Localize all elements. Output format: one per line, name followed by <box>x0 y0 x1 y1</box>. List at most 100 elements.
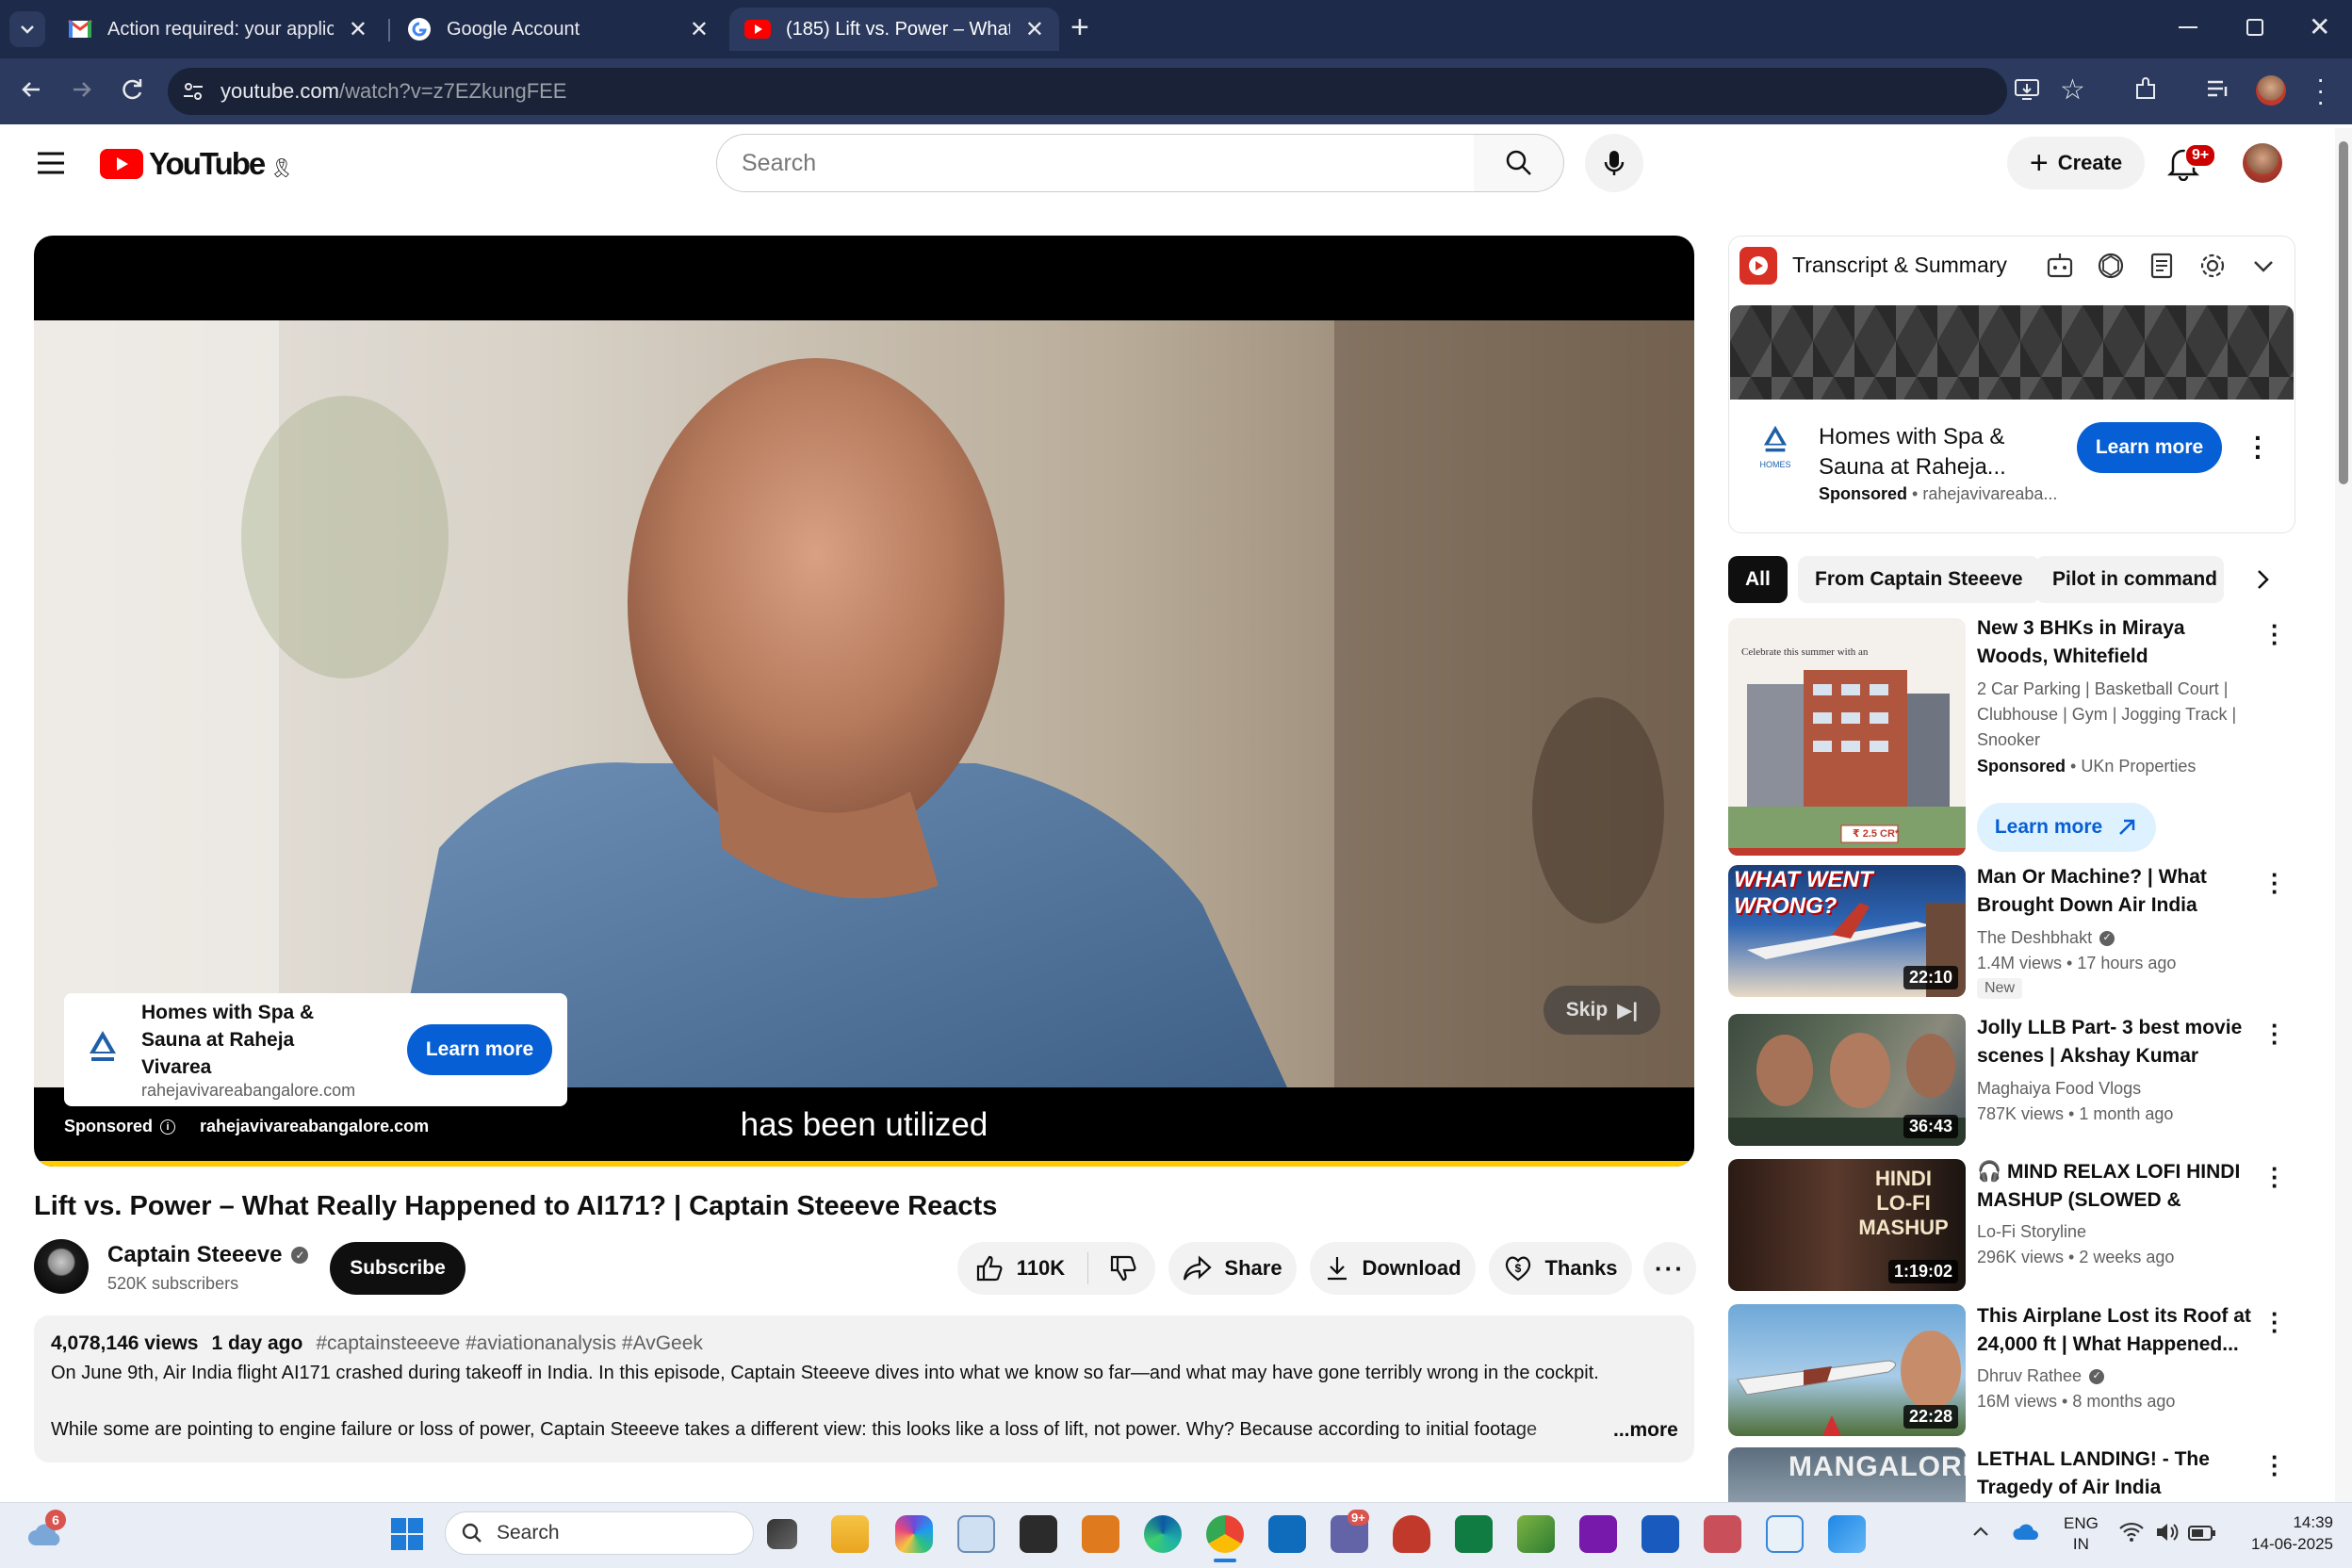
share-button[interactable]: Share <box>1168 1242 1297 1295</box>
outlook-icon[interactable] <box>1268 1515 1306 1553</box>
more-actions-button[interactable]: ··· <box>1643 1242 1696 1295</box>
excel-icon[interactable] <box>1455 1515 1493 1553</box>
wifi-icon[interactable] <box>2118 1521 2145 1544</box>
sponsored-learn-more-button[interactable]: Learn more <box>1977 803 2156 852</box>
download-button[interactable]: Download <box>1310 1242 1476 1295</box>
close-window-button[interactable]: ✕ <box>2309 11 2330 42</box>
start-button[interactable] <box>390 1517 424 1551</box>
channel-avatar[interactable] <box>34 1239 89 1294</box>
chip-pilot-in-command[interactable]: Pilot in command <box>2035 556 2224 603</box>
video-channel[interactable]: Maghaiya Food Vlogs <box>1977 1076 2260 1102</box>
guide-menu-icon[interactable] <box>36 151 66 175</box>
video-menu-icon[interactable]: · · · <box>2271 1445 2280 1486</box>
battery-icon[interactable] <box>2188 1525 2216 1542</box>
video-channel[interactable]: The Deshbhakt ✓ <box>1977 925 2260 951</box>
close-icon[interactable]: ✕ <box>1025 16 1044 43</box>
volume-icon[interactable] <box>2154 1521 2180 1544</box>
m365-copilot-icon[interactable] <box>895 1515 933 1553</box>
ai-robot-icon[interactable] <box>2045 251 2075 281</box>
tab-gmail[interactable]: Action required: your applicatio ✕ <box>53 8 383 51</box>
search-button[interactable] <box>1474 134 1564 192</box>
photos-app-icon[interactable] <box>1828 1515 1866 1553</box>
video-channel[interactable]: Lo-Fi Storyline <box>1977 1219 2260 1245</box>
edge-browser-icon[interactable] <box>1144 1515 1182 1553</box>
account-avatar[interactable] <box>2243 143 2282 183</box>
sponsored-video-title[interactable]: New 3 BHKs in Miraya Woods, Whitefield <box>1977 614 2260 671</box>
security-app-icon[interactable] <box>1393 1515 1430 1553</box>
chrome-menu-icon[interactable]: · · · <box>2316 66 2325 115</box>
install-app-icon[interactable] <box>2013 75 2041 104</box>
video-title[interactable]: Man Or Machine? | What Brought Down Air … <box>1977 863 2260 920</box>
reload-button[interactable] <box>119 75 147 104</box>
close-icon[interactable]: ✕ <box>349 16 368 43</box>
dislike-button[interactable] <box>1088 1254 1137 1282</box>
chip-scroll-right-icon[interactable] <box>2248 565 2277 594</box>
ad-learn-more-button[interactable]: Learn more <box>407 1024 552 1075</box>
file-explorer-icon[interactable] <box>831 1515 869 1553</box>
scrollbar-thumb[interactable] <box>2339 141 2348 484</box>
system-clock[interactable]: 14:39 14-06-2025 <box>2224 1511 2333 1555</box>
chip-all[interactable]: All <box>1728 556 1788 603</box>
video-title[interactable]: 🎧 MIND RELAX LOFI HINDI MASHUP (SLOWED &… <box>1977 1158 2260 1215</box>
video-player[interactable]: Homes with Spa & Sauna at Raheja Vivarea… <box>34 236 1694 1167</box>
side-ad-learn-more-button[interactable]: Learn more <box>2077 422 2222 473</box>
youtube-logo[interactable]: YouTube 🎗 <box>100 146 294 182</box>
snipping-tool-icon[interactable] <box>1766 1515 1804 1553</box>
new-tab-button[interactable]: + <box>1070 9 1089 46</box>
video-menu-icon[interactable]: · · · <box>2271 613 2280 655</box>
tray-overflow-icon[interactable] <box>1969 1521 1992 1544</box>
video-menu-icon[interactable]: · · · <box>2271 1301 2280 1343</box>
side-ad-banner[interactable] <box>1730 305 2294 400</box>
search-input[interactable]: Search <box>716 134 1476 192</box>
video-menu-icon[interactable]: · · · <box>2271 1156 2280 1198</box>
sponsored-thumbnail[interactable]: Celebrate this summer with an ₹ 2.5 CR* <box>1728 618 1966 856</box>
back-button[interactable] <box>17 75 45 104</box>
video-menu-icon[interactable]: · · · <box>2271 1013 2280 1054</box>
tab-google-account[interactable]: Google Account ✕ <box>392 8 724 51</box>
create-button[interactable]: + Create <box>2007 137 2145 189</box>
chevron-down-icon[interactable] <box>2250 253 2277 279</box>
video-thumbnail[interactable]: 22:28 <box>1728 1304 1966 1436</box>
video-thumbnail[interactable]: WHAT WENT WRONG? 22:10 <box>1728 865 1966 997</box>
remote-desktop-icon[interactable] <box>1704 1515 1741 1553</box>
voice-search-button[interactable] <box>1585 134 1643 192</box>
bookmark-star-icon[interactable]: ☆ <box>2060 74 2085 106</box>
video-title[interactable]: This Airplane Lost its Roof at 24,000 ft… <box>1977 1302 2260 1359</box>
tab-youtube[interactable]: (185) Lift vs. Power – What Reall ✕ <box>729 8 1059 51</box>
task-view-icon[interactable] <box>767 1519 797 1549</box>
show-more-link[interactable]: ...more <box>1613 1419 1678 1442</box>
skip-button[interactable]: Skip ▶| <box>1544 986 1660 1035</box>
settings-gear-icon[interactable] <box>2197 251 2228 281</box>
onenote-icon[interactable] <box>1579 1515 1617 1553</box>
tab-search-button[interactable] <box>9 11 45 47</box>
in-video-ad-card[interactable]: Homes with Spa & Sauna at Raheja Vivarea… <box>64 993 567 1106</box>
onedrive-icon[interactable] <box>2011 1521 2041 1544</box>
video-channel[interactable]: Dhruv Rathee ✓ <box>1977 1364 2260 1389</box>
video-thumbnail[interactable]: HINDI LO-FI MASHUP 1:19:02 <box>1728 1159 1966 1291</box>
url-bar[interactable]: youtube.com/watch?v=z7EZkungFEE <box>168 68 2007 115</box>
video-menu-icon[interactable]: · · · <box>2271 862 2280 904</box>
chart-app-icon[interactable] <box>1517 1515 1555 1553</box>
input-language[interactable]: ENG IN <box>2064 1513 2099 1555</box>
maximize-button[interactable] <box>2246 19 2263 36</box>
minimize-button[interactable] <box>2179 26 2197 28</box>
video-thumbnail[interactable]: 36:43 <box>1728 1014 1966 1146</box>
profile-avatar[interactable] <box>2256 75 2286 106</box>
office-app-icon[interactable] <box>1082 1515 1119 1553</box>
video-thumbnail[interactable]: MANGALORE <box>1728 1447 1966 1502</box>
extensions-icon[interactable] <box>2132 75 2160 104</box>
app-window-icon[interactable] <box>957 1515 995 1553</box>
word-icon[interactable] <box>1642 1515 1679 1553</box>
chatgpt-icon[interactable] <box>2096 251 2126 281</box>
chip-from-channel[interactable]: From Captain Steeeve <box>1798 556 2040 603</box>
taskbar-search[interactable]: Search <box>445 1511 754 1555</box>
side-ad-menu-icon[interactable]: · · · <box>2254 425 2262 470</box>
media-controls-icon[interactable] <box>2205 77 2231 102</box>
subscribe-button[interactable]: Subscribe <box>330 1242 466 1295</box>
forward-button[interactable] <box>68 75 96 104</box>
chrome-browser-icon[interactable] <box>1206 1515 1244 1553</box>
hashtags[interactable]: #captainsteeeve #aviationanalysis #AvGee… <box>316 1332 703 1355</box>
thanks-button[interactable]: $ Thanks <box>1489 1242 1632 1295</box>
video-title[interactable]: LETHAL LANDING! - The Tragedy of Air Ind… <box>1977 1446 2260 1502</box>
terminal-icon[interactable] <box>1020 1515 1057 1553</box>
